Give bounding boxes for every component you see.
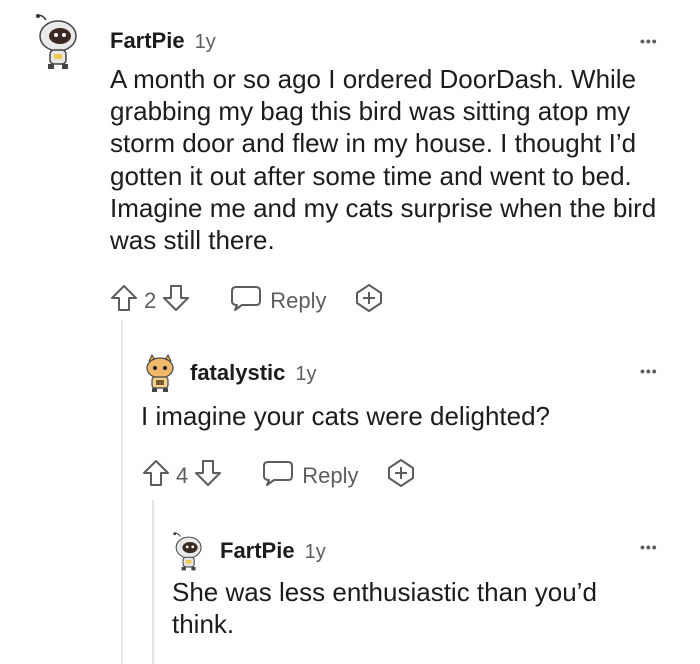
upvote-icon[interactable] — [140, 458, 172, 494]
more-options-icon[interactable]: ••• — [640, 540, 658, 554]
comment-actions: 4 Reply — [140, 458, 417, 494]
snoo-cat-avatar-icon — [146, 354, 174, 392]
username[interactable]: fatalystic — [190, 360, 285, 386]
comment-2: fatalystic 1y ••• I imagine your cats we… — [0, 340, 700, 510]
comment-actions: 2 Reply — [108, 283, 385, 319]
avatar[interactable] — [172, 530, 208, 577]
comment-body: I imagine your cats were delighted? — [141, 401, 551, 431]
username[interactable]: FartPie — [220, 538, 295, 564]
vote-count: 4 — [176, 463, 189, 488]
reply-label: Reply — [270, 288, 327, 313]
award-icon[interactable] — [385, 458, 417, 494]
snoo-astronaut-avatar-icon — [36, 14, 77, 69]
comment-age: 1y — [295, 363, 317, 385]
comment-1: FartPie 1y ••• A month or so ago I order… — [0, 0, 700, 330]
username[interactable]: FartPie — [110, 28, 185, 54]
comment-body: She was less enthusiastic than you’d thi… — [172, 577, 597, 640]
snoo-astronaut-avatar-icon — [173, 532, 202, 571]
avatar[interactable] — [141, 353, 179, 398]
avatar[interactable] — [34, 12, 86, 75]
comment-age: 1y — [194, 31, 216, 53]
comment-body: A month or so ago I ordered DoorDash. Wh… — [110, 64, 657, 256]
comment-3: FartPie 1y ••• She was less enthusiastic… — [0, 520, 700, 664]
reply-label: Reply — [302, 463, 359, 488]
more-options-icon[interactable]: ••• — [640, 34, 658, 48]
reply-icon — [230, 284, 262, 318]
upvote-icon[interactable] — [108, 283, 140, 319]
reply-button[interactable]: Reply — [230, 284, 327, 318]
vote-count: 2 — [144, 288, 157, 313]
downvote-icon[interactable] — [160, 283, 192, 319]
more-options-icon[interactable]: ••• — [640, 364, 658, 378]
award-icon[interactable] — [353, 283, 385, 319]
comment-age: 1y — [304, 541, 326, 563]
reply-icon — [262, 459, 294, 493]
downvote-icon[interactable] — [192, 458, 224, 494]
reply-button[interactable]: Reply — [262, 459, 359, 493]
